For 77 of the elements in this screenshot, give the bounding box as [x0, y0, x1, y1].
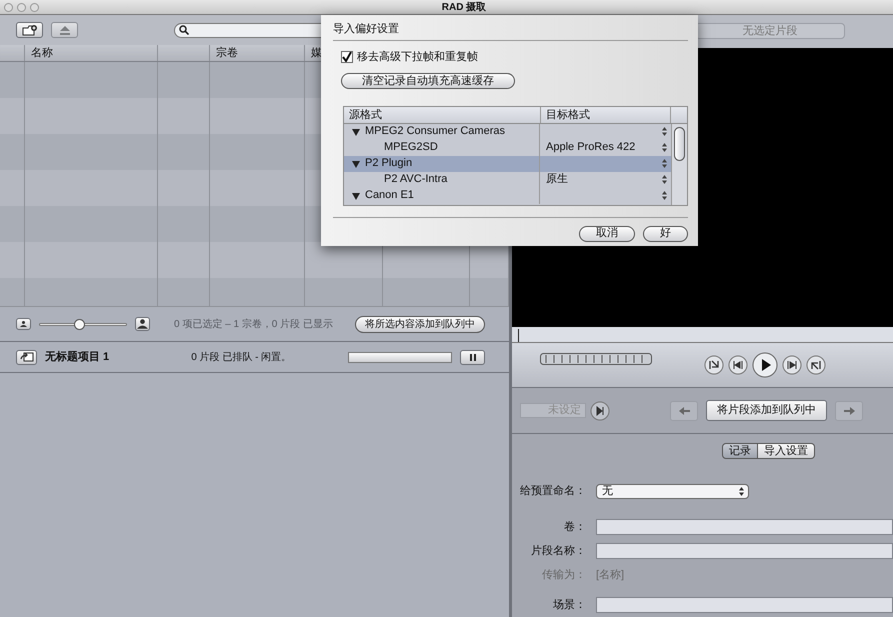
- stepper-icon[interactable]: [662, 143, 667, 152]
- source-format: MPEG2SD: [384, 140, 438, 156]
- source-format: Canon E1: [365, 188, 414, 204]
- previous-clip-button[interactable]: [670, 400, 698, 421]
- jog-shuttle[interactable]: [540, 353, 652, 366]
- text-field[interactable]: [596, 543, 893, 559]
- field-label: 传输为：: [541, 568, 587, 583]
- checkbox[interactable]: [341, 50, 353, 63]
- source-format: P2 Plugin: [365, 156, 412, 172]
- field-label: 卷：: [563, 520, 587, 535]
- target-format: 原生: [546, 172, 568, 188]
- table-row[interactable]: MPEG2 Consumer Cameras: [344, 124, 671, 140]
- tab[interactable]: 记录: [722, 443, 758, 459]
- scroll-thumb[interactable]: [674, 126, 685, 160]
- folder-plus-icon: [22, 24, 38, 36]
- pause-icon: [470, 354, 476, 360]
- large-thumbnail-icon[interactable]: [135, 317, 150, 331]
- project-icon: [20, 352, 34, 362]
- field-label: 给预置命名：: [519, 484, 587, 499]
- target-format: Apple ProRes 422: [546, 140, 636, 156]
- step-forward-icon[interactable]: [782, 355, 802, 376]
- clear-cache-button[interactable]: 清空记录自动填充高速缓存: [341, 73, 515, 90]
- field-label: 片段名称：: [530, 544, 587, 559]
- cancel-button[interactable]: 取消: [579, 226, 635, 242]
- new-project-button[interactable]: [16, 22, 43, 38]
- right-arrow-icon: [844, 406, 854, 415]
- eject-icon: [60, 26, 70, 34]
- preset-select[interactable]: 无: [596, 484, 749, 498]
- project-name: 无标题项目 1: [45, 350, 110, 365]
- stepper-icon[interactable]: [662, 175, 667, 184]
- project-button[interactable]: [16, 350, 37, 364]
- browser-status-text: 0 项已选定 – 1 宗卷，0 片段 已显示: [174, 318, 333, 332]
- stepper-icon: [739, 486, 744, 496]
- left-arrow-icon: [678, 406, 690, 415]
- column-header[interactable]: 媒: [311, 47, 322, 59]
- go-to-end-icon[interactable]: [806, 355, 826, 376]
- table-row[interactable]: Canon E1: [344, 188, 671, 204]
- select-value: 无: [602, 484, 613, 499]
- clip-name-field: 无选定片段: [695, 23, 845, 40]
- mark-in-icon[interactable]: [590, 400, 610, 421]
- column-header[interactable]: 目标格式: [541, 106, 671, 122]
- column-header[interactable]: 宗卷: [216, 47, 238, 59]
- go-to-start-icon[interactable]: [704, 355, 724, 376]
- step-back-icon[interactable]: [728, 355, 748, 376]
- add-clip-to-queue-button[interactable]: 将片段添加到队列中: [706, 400, 827, 422]
- dialog-title: 导入偏好设置: [333, 23, 399, 35]
- window-title: RAD 摄取: [442, 2, 486, 13]
- source-format: P2 AVC-Intra: [384, 172, 448, 188]
- add-selection-to-queue-button[interactable]: 将所选内容添加到队列中: [355, 316, 485, 332]
- ok-button[interactable]: 好: [643, 226, 688, 242]
- field-label: 场景：: [552, 598, 587, 613]
- stepper-icon[interactable]: [662, 191, 667, 200]
- disclosure-triangle-icon[interactable]: [352, 160, 360, 168]
- small-thumbnail-icon[interactable]: [16, 318, 31, 330]
- stepper-icon[interactable]: [662, 159, 667, 168]
- source-format: MPEG2 Consumer Cameras: [365, 124, 505, 140]
- column-header[interactable]: 源格式: [344, 106, 541, 122]
- column-header[interactable]: 名称: [31, 47, 53, 59]
- play-icon[interactable]: [752, 352, 778, 378]
- stepper-icon[interactable]: [662, 127, 667, 136]
- disclosure-triangle-icon[interactable]: [352, 128, 360, 136]
- search-icon: [179, 25, 189, 35]
- scrollbar[interactable]: [671, 124, 687, 204]
- eject-button[interactable]: [51, 22, 78, 38]
- slider-thumb[interactable]: [74, 318, 85, 330]
- next-clip-button[interactable]: [835, 400, 863, 421]
- field-value: [名称]: [596, 568, 624, 583]
- table-row[interactable]: P2 AVC-Intra 原生: [344, 172, 671, 188]
- text-field[interactable]: [596, 597, 893, 613]
- timeline-scrubber[interactable]: [512, 326, 893, 344]
- checkbox-label: 移去高级下拉帧和重复帧: [357, 50, 478, 64]
- disclosure-triangle-icon[interactable]: [352, 192, 360, 200]
- queue-status-text: 0 片段 已排队 - 闲置。: [191, 350, 292, 364]
- tab[interactable]: 导入设置: [758, 443, 815, 459]
- pause-button[interactable]: [460, 350, 485, 364]
- text-field[interactable]: [596, 519, 893, 535]
- table-row[interactable]: P2 Plugin: [344, 156, 671, 172]
